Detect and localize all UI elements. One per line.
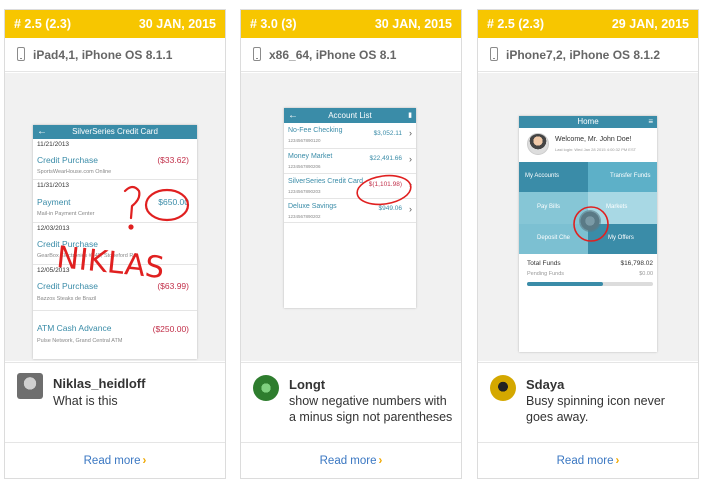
card-header: # 2.5 (2.3) 29 JAN, 2015 [478, 10, 698, 38]
date-label: 29 JAN, 2015 [611, 17, 689, 31]
feedback-card[interactable]: # 2.5 (2.3) 29 JAN, 2015 iPhone7,2, iPho… [477, 9, 699, 479]
feedback-card[interactable]: # 2.5 (2.3) 30 JAN, 2015 iPad4,1, iPhone… [4, 9, 226, 479]
chevron-right-icon: › [378, 455, 383, 467]
device-label: iPhone7,2, iPhone OS 8.1.2 [506, 48, 661, 62]
card-header: # 3.0 (3) 30 JAN, 2015 [241, 10, 461, 38]
device-info: x86_64, iPhone OS 8.1 [241, 38, 461, 72]
read-more-label: Read more [556, 455, 614, 467]
device-label: x86_64, iPhone OS 8.1 [269, 48, 397, 62]
comment-section: Sdaya Busy spinning icon never goes away… [478, 362, 698, 444]
username[interactable]: Sdaya [526, 377, 564, 392]
version-label: # 2.5 (2.3) [487, 17, 544, 31]
phone-icon [17, 47, 25, 61]
comment-section: Niklas_heidloff What is this [5, 362, 225, 444]
username[interactable]: Niklas_heidloff [53, 376, 145, 391]
phone-icon [253, 47, 261, 61]
read-more-label: Read more [319, 455, 377, 467]
comment-text: What is this [53, 394, 118, 408]
screenshot-area[interactable]: ← Account List ▮ No-Fee Checking 1234567… [241, 73, 461, 361]
read-more-link[interactable]: Read more › [241, 442, 461, 478]
feedback-grid: # 2.5 (2.3) 30 JAN, 2015 iPad4,1, iPhone… [0, 0, 703, 487]
phone-icon [490, 47, 498, 61]
date-label: 30 JAN, 2015 [138, 17, 216, 31]
screenshot-area[interactable]: Home ≡ Welcome, Mr. John Doe! Last login… [478, 73, 698, 361]
avatar[interactable] [253, 375, 279, 401]
avatar[interactable] [490, 375, 516, 401]
feedback-card[interactable]: # 3.0 (3) 30 JAN, 2015 x86_64, iPhone OS… [240, 9, 462, 479]
version-label: # 3.0 (3) [250, 17, 297, 31]
chevron-right-icon: › [615, 455, 620, 467]
handwriting-text: NIKLAS [55, 240, 166, 286]
comment-section: Longt show negative numbers with a minus… [241, 362, 461, 444]
date-label: 30 JAN, 2015 [374, 17, 452, 31]
handwritten-annotation: NIKLAS [55, 185, 190, 286]
read-more-link[interactable]: Read more › [478, 442, 698, 478]
annotation-circle [573, 206, 609, 242]
read-more-label: Read more [83, 455, 141, 467]
comment-text: Busy spinning icon never goes away. [526, 394, 665, 424]
chevron-right-icon: › [142, 455, 147, 467]
device-info: iPad4,1, iPhone OS 8.1.1 [5, 38, 225, 72]
device-info: iPhone7,2, iPhone OS 8.1.2 [478, 38, 698, 72]
device-label: iPad4,1, iPhone OS 8.1.1 [33, 48, 173, 62]
screenshot-area[interactable]: ← SilverSeries Credit Card 11/21/2013 Cr… [5, 73, 225, 361]
version-label: # 2.5 (2.3) [14, 17, 71, 31]
username[interactable]: Longt [289, 377, 325, 392]
card-header: # 2.5 (2.3) 30 JAN, 2015 [5, 10, 225, 38]
read-more-link[interactable]: Read more › [5, 442, 225, 478]
annotation-circle [356, 174, 412, 206]
avatar[interactable] [17, 373, 43, 399]
comment-text: show negative numbers with a minus sign … [289, 394, 453, 424]
